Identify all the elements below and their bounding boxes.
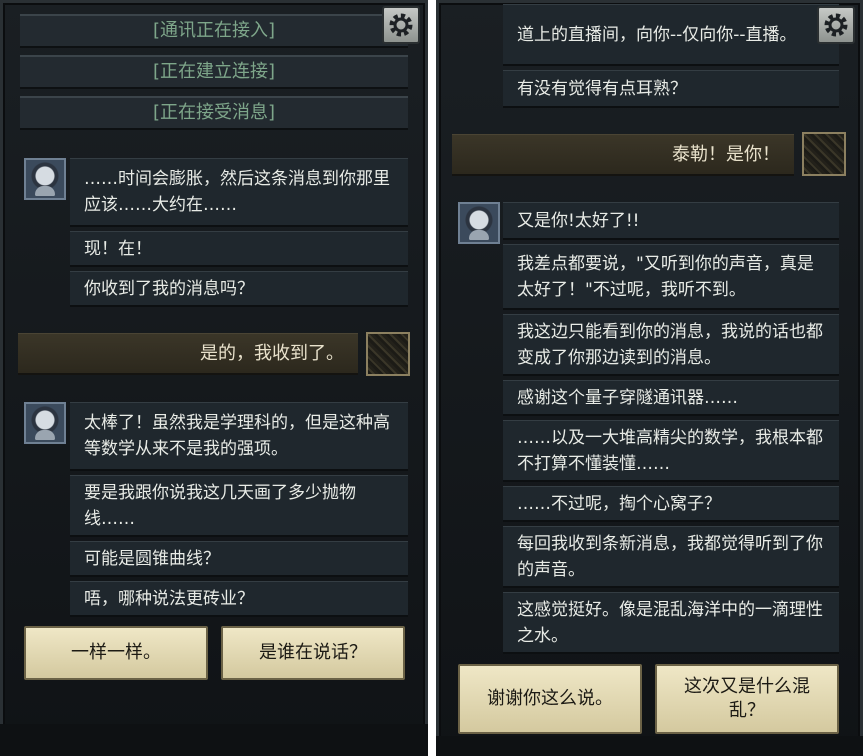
- gear-icon: [824, 13, 848, 37]
- message-bubble: 感谢这个量子穿隧通讯器……: [503, 380, 839, 416]
- message-bubble: ……以及一大堆高精尖的数学，我根本都不打算不懂装懂……: [503, 420, 839, 482]
- player-reply: 泰勒！是你！: [452, 134, 794, 176]
- player-reply: 是的，我收到了。: [18, 333, 358, 375]
- message-bubble: 又是你!太好了!!: [503, 202, 839, 240]
- message-bubble: 这感觉挺好。像是混乱海洋中的一滴理性之水。: [503, 592, 839, 654]
- npc-avatar: [24, 402, 66, 444]
- message-bubble: 可能是圆锥曲线？: [70, 541, 408, 577]
- message-bubble: 我这边只能看到你的消息，我说的话也都变成了你那边读到的消息。: [503, 314, 839, 376]
- message-bubble: 我差点都要说，"又听到你的声音，真是太好了！"不过呢，我听不到。: [503, 244, 839, 310]
- message-bubble: ……时间会膨胀，然后这条消息到你那里应该……大约在……: [70, 158, 408, 227]
- settings-gear-icon[interactable]: [382, 6, 420, 44]
- choice-button[interactable]: 是谁在说话？: [221, 626, 405, 680]
- message-bubble: 要是我跟你说我这几天画了多少抛物线……: [70, 475, 408, 537]
- player-portrait-icon: [802, 132, 846, 176]
- message-bubble: 太棒了！虽然我是学理科的，但是这种高等数学从来不是我的强项。: [70, 402, 408, 471]
- system-line: [正在接受消息]: [20, 96, 408, 130]
- message-bubble: 你收到了我的消息吗？: [70, 271, 408, 307]
- gear-icon: [389, 13, 413, 37]
- message-bubble: 每回我收到条新消息，我都觉得听到了你的声音。: [503, 526, 839, 588]
- message-bubble: ……不过呢，掏个心窝子？: [503, 486, 839, 522]
- message-bubble: 现！在！: [70, 231, 408, 267]
- choice-button[interactable]: 这次又是什么混乱？: [655, 664, 839, 734]
- system-line: [正在建立连接]: [20, 55, 408, 89]
- message-bubble: 唔，哪种说法更砖业？: [70, 581, 408, 617]
- choice-button[interactable]: 谢谢你这么说。: [458, 664, 642, 734]
- system-line: [通讯正在接入]: [20, 14, 408, 48]
- message-bubble: 道上的直播间，向你--仅向你--直播。: [503, 4, 839, 66]
- bottom-bar: [436, 736, 863, 756]
- npc-avatar: [24, 158, 66, 200]
- choice-button[interactable]: 一样一样。: [24, 626, 208, 680]
- bottom-bar: [0, 724, 428, 756]
- chat-panel-right: 道上的直播间，向你--仅向你--直播。 有没有觉得有点耳熟？ 泰勒！是你！ 又是…: [436, 0, 863, 756]
- message-bubble: 有没有觉得有点耳熟？: [503, 70, 839, 108]
- settings-gear-icon[interactable]: [817, 6, 855, 44]
- chat-panel-left: [通讯正在接入] [正在建立连接] [正在接受消息] ……时间会膨胀，然后这条消…: [0, 0, 428, 756]
- npc-avatar: [458, 202, 500, 244]
- player-portrait-icon: [366, 332, 410, 376]
